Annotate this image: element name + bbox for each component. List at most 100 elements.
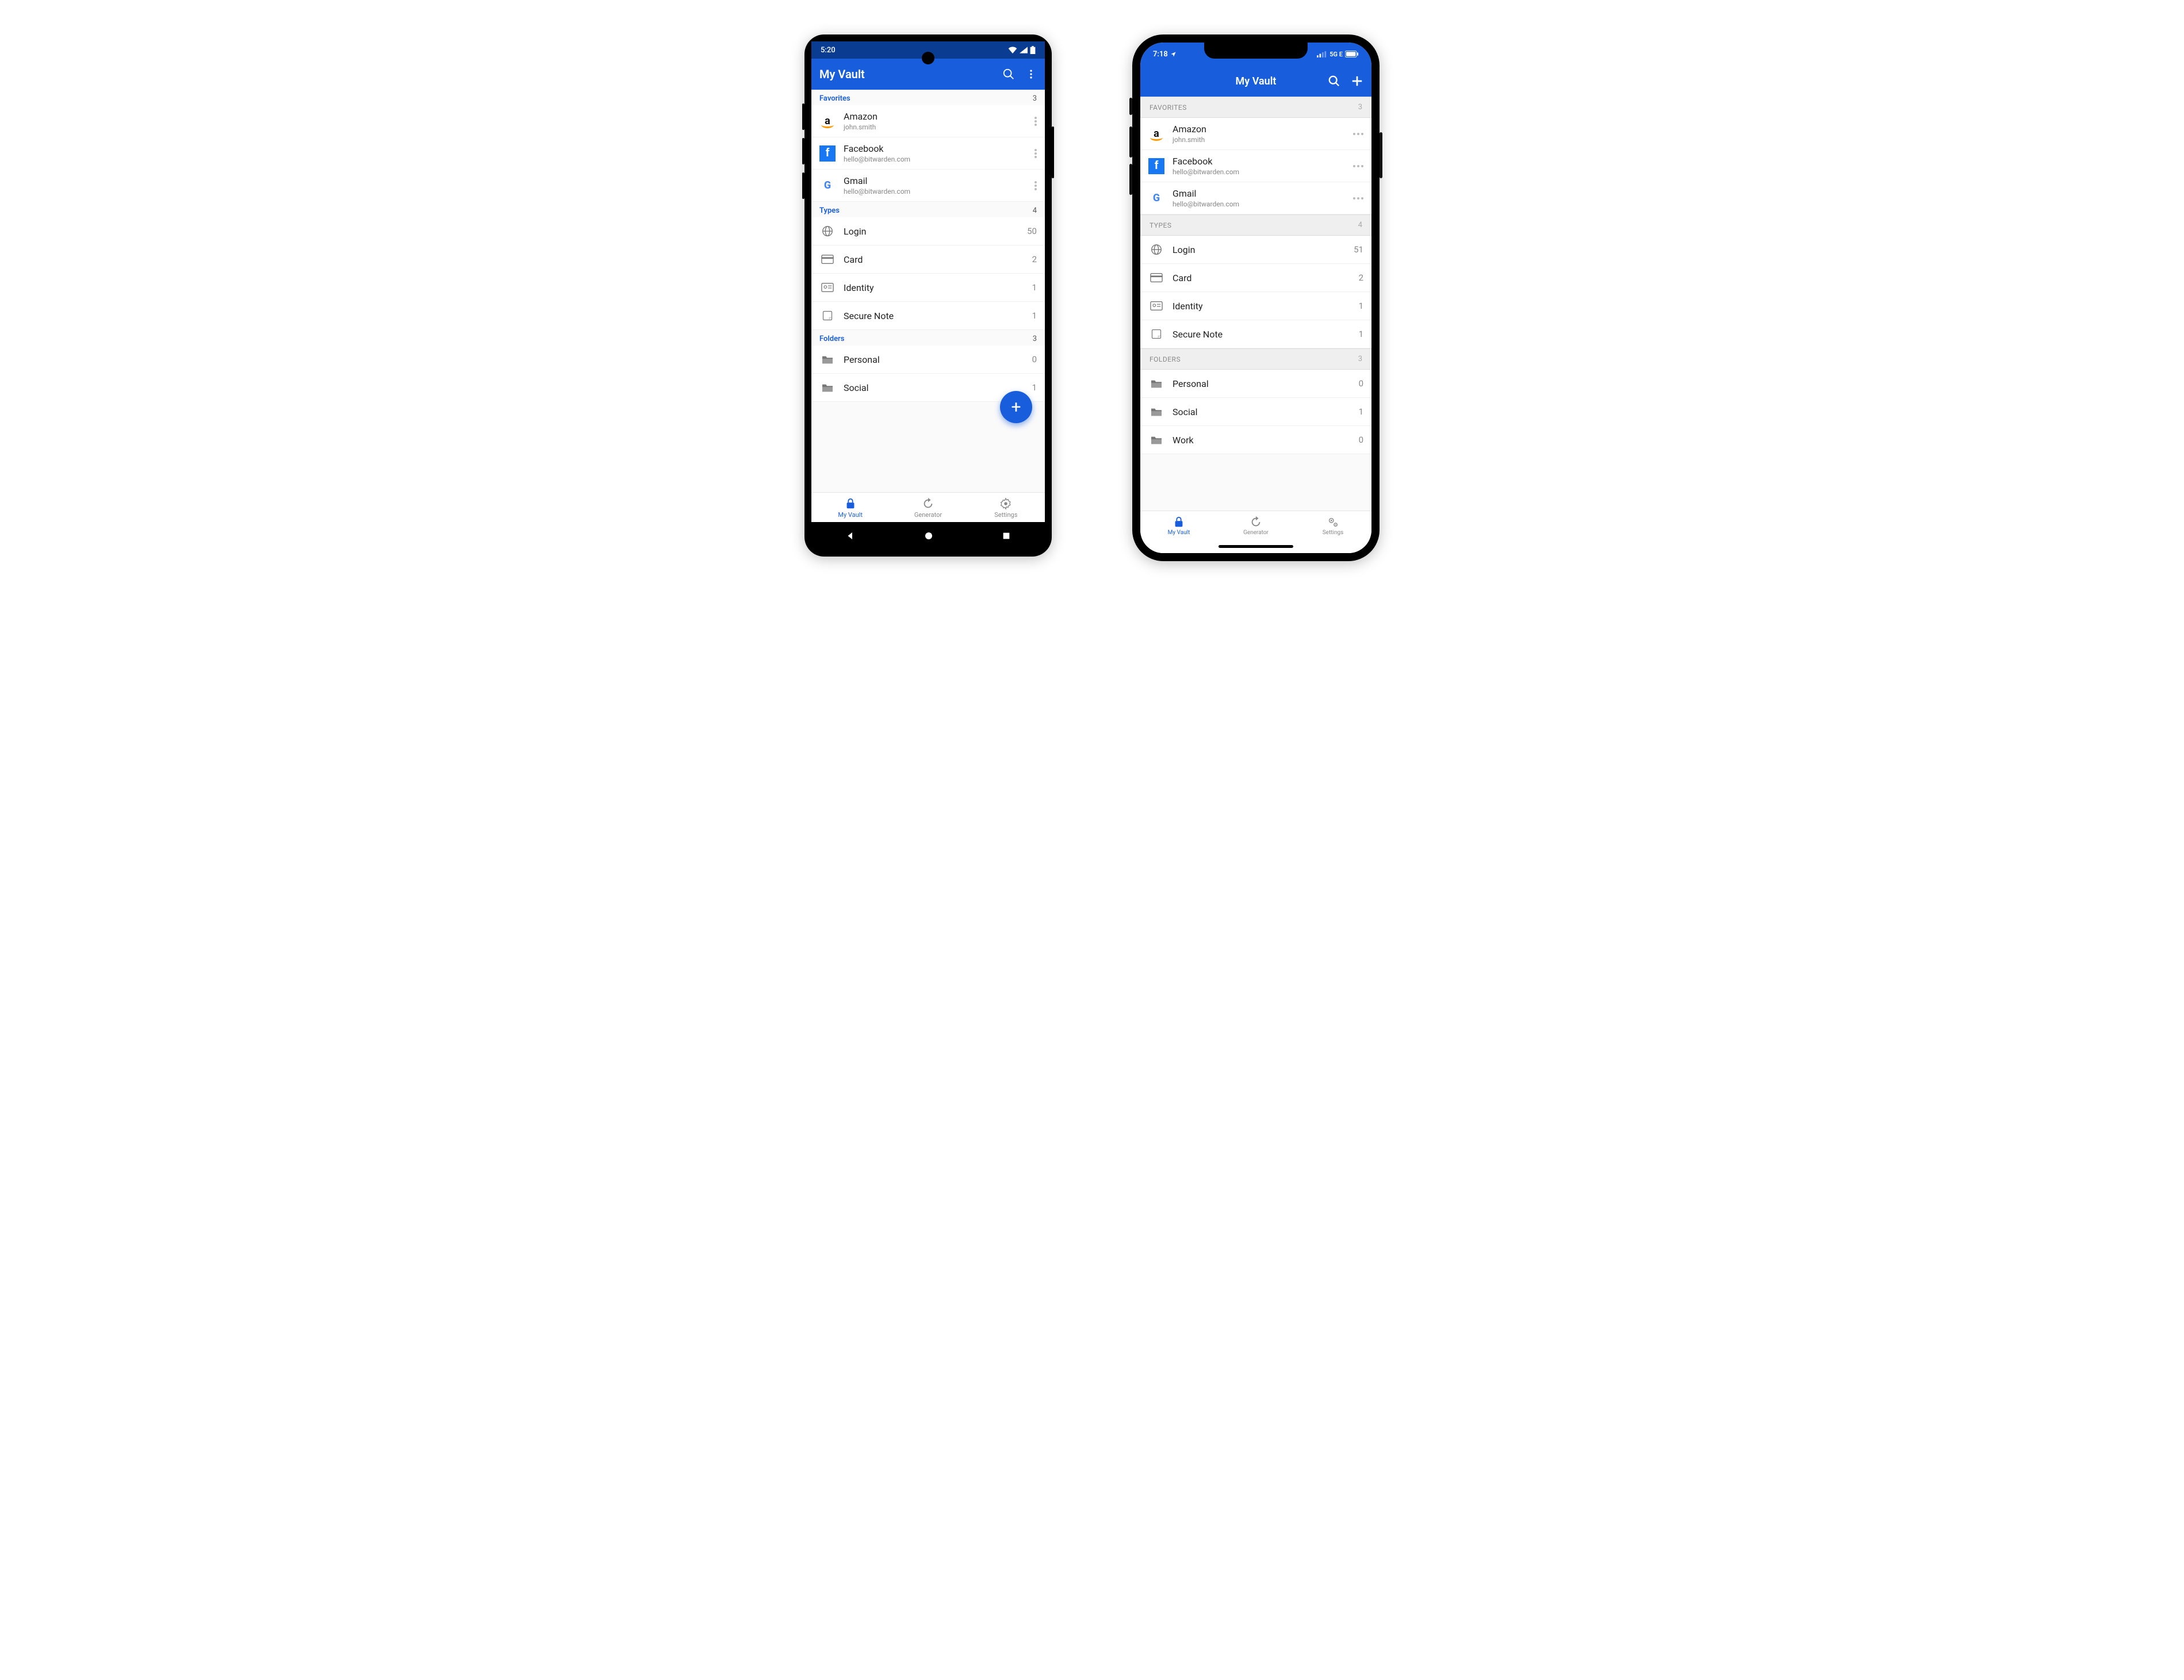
type-row-identity[interactable]: Identity 1 bbox=[1140, 292, 1371, 320]
nav-my-vault[interactable]: My Vault bbox=[1140, 511, 1217, 539]
item-options-button[interactable] bbox=[1034, 149, 1037, 158]
item-options-button[interactable] bbox=[1034, 117, 1037, 126]
status-indicators: 5G E bbox=[1317, 51, 1359, 58]
battery-icon bbox=[1030, 46, 1036, 54]
type-row-identity[interactable]: Identity 1 bbox=[811, 274, 1045, 302]
vault-item-gmail[interactable]: G Gmail hello@bitwarden.com bbox=[1140, 182, 1371, 214]
row-title: Card bbox=[844, 254, 1026, 265]
vault-item-gmail[interactable]: G Gmail hello@bitwarden.com bbox=[811, 170, 1045, 202]
item-options-button[interactable] bbox=[1353, 133, 1363, 135]
section-count: 3 bbox=[1033, 94, 1037, 103]
nav-my-vault[interactable]: My Vault bbox=[811, 493, 889, 522]
add-button[interactable] bbox=[1351, 75, 1363, 87]
row-title: Identity bbox=[1173, 301, 1353, 312]
android-device-frame: 5:20 My Vault Favorites 3 bbox=[804, 34, 1052, 557]
type-row-secure-note[interactable]: Secure Note 1 bbox=[811, 302, 1045, 330]
row-title: Personal bbox=[1173, 378, 1353, 389]
item-options-button[interactable] bbox=[1353, 197, 1363, 200]
amazon-icon: a bbox=[819, 113, 836, 129]
row-count: 1 bbox=[1032, 310, 1037, 321]
item-subtitle: hello@bitwarden.com bbox=[1173, 168, 1347, 176]
overflow-menu-button[interactable] bbox=[1025, 68, 1037, 80]
row-title: Secure Note bbox=[1173, 329, 1353, 340]
signal-icon bbox=[1020, 47, 1028, 53]
type-row-card[interactable]: Card 2 bbox=[1140, 264, 1371, 292]
row-count: 51 bbox=[1354, 244, 1363, 255]
row-count: 1 bbox=[1032, 282, 1037, 293]
row-count: 0 bbox=[1359, 378, 1363, 389]
type-row-secure-note[interactable]: Secure Note 1 bbox=[1140, 320, 1371, 348]
nav-generator[interactable]: Generator bbox=[889, 493, 967, 522]
globe-icon bbox=[819, 223, 836, 239]
section-count: 4 bbox=[1358, 221, 1362, 229]
home-indicator[interactable] bbox=[1140, 539, 1371, 553]
section-count: 3 bbox=[1033, 335, 1037, 343]
row-title: Social bbox=[1173, 406, 1353, 417]
vault-list[interactable]: FAVORITES 3 a Amazon john.smith f Facebo… bbox=[1140, 97, 1371, 511]
nav-label: My Vault bbox=[1168, 530, 1190, 536]
gears-icon bbox=[1327, 516, 1339, 528]
location-icon bbox=[1170, 51, 1177, 57]
item-subtitle: john.smith bbox=[844, 123, 1029, 131]
folder-icon bbox=[819, 351, 836, 367]
row-count: 2 bbox=[1032, 254, 1037, 264]
vault-list[interactable]: Favorites 3 a Amazon john.smith f Facebo… bbox=[811, 90, 1045, 492]
row-count: 50 bbox=[1027, 226, 1037, 236]
item-subtitle: hello@bitwarden.com bbox=[844, 155, 1029, 163]
type-row-card[interactable]: Card 2 bbox=[811, 246, 1045, 274]
section-header-favorites: Favorites 3 bbox=[811, 90, 1045, 105]
folder-row-personal[interactable]: Personal 0 bbox=[811, 346, 1045, 374]
folder-row-social[interactable]: Social 1 bbox=[1140, 398, 1371, 426]
row-count: 0 bbox=[1359, 435, 1363, 445]
network-label: 5G E bbox=[1329, 51, 1343, 58]
row-title: Social bbox=[844, 382, 1026, 393]
gmail-icon: G bbox=[1148, 190, 1164, 206]
folder-icon bbox=[1148, 375, 1164, 392]
add-item-fab[interactable]: + bbox=[1000, 391, 1032, 423]
row-title: Login bbox=[1173, 244, 1348, 255]
folder-row-work[interactable]: Work 0 bbox=[1140, 426, 1371, 454]
status-time: 5:20 bbox=[821, 46, 836, 55]
section-label: Types bbox=[819, 206, 840, 215]
type-row-login[interactable]: Login 51 bbox=[1140, 236, 1371, 264]
nav-label: Settings bbox=[994, 511, 1017, 519]
section-header-types: Types 4 bbox=[811, 202, 1045, 217]
refresh-icon bbox=[922, 497, 934, 510]
facebook-icon: f bbox=[1148, 158, 1164, 174]
section-header-folders: FOLDERS 3 bbox=[1140, 348, 1371, 370]
home-button[interactable] bbox=[924, 531, 934, 541]
plus-icon: + bbox=[1011, 397, 1021, 417]
refresh-icon bbox=[1250, 516, 1262, 528]
vault-item-amazon[interactable]: a Amazon john.smith bbox=[811, 105, 1045, 137]
folder-row-personal[interactable]: Personal 0 bbox=[1140, 370, 1371, 398]
row-count: 1 bbox=[1359, 406, 1363, 417]
recents-button[interactable] bbox=[1002, 531, 1011, 540]
search-button[interactable] bbox=[1002, 68, 1015, 80]
vault-item-facebook[interactable]: f Facebook hello@bitwarden.com bbox=[1140, 150, 1371, 182]
search-button[interactable] bbox=[1328, 75, 1340, 87]
item-options-button[interactable] bbox=[1353, 165, 1363, 167]
status-time: 7:18 bbox=[1153, 50, 1168, 59]
section-label: FOLDERS bbox=[1150, 355, 1181, 363]
back-button[interactable] bbox=[845, 531, 856, 541]
facebook-icon: f bbox=[819, 145, 836, 162]
nav-settings[interactable]: Settings bbox=[967, 493, 1045, 522]
folder-icon bbox=[1148, 432, 1164, 448]
item-title: Gmail bbox=[844, 175, 1029, 186]
row-title: Secure Note bbox=[844, 310, 1026, 321]
nav-generator[interactable]: Generator bbox=[1217, 511, 1294, 539]
section-label: TYPES bbox=[1150, 221, 1171, 229]
signal-icon bbox=[1317, 51, 1327, 57]
row-count: 2 bbox=[1359, 273, 1363, 283]
search-icon bbox=[1002, 68, 1015, 80]
item-options-button[interactable] bbox=[1034, 181, 1037, 190]
nav-settings[interactable]: Settings bbox=[1294, 511, 1371, 539]
notch bbox=[1204, 43, 1308, 59]
section-count: 3 bbox=[1358, 103, 1362, 112]
vault-item-amazon[interactable]: a Amazon john.smith bbox=[1140, 118, 1371, 150]
section-header-folders: Folders 3 bbox=[811, 330, 1045, 346]
vault-item-facebook[interactable]: f Facebook hello@bitwarden.com bbox=[811, 137, 1045, 170]
nav-label: Generator bbox=[914, 511, 942, 519]
type-row-login[interactable]: Login 50 bbox=[811, 217, 1045, 246]
app-header: My Vault bbox=[1140, 66, 1371, 97]
